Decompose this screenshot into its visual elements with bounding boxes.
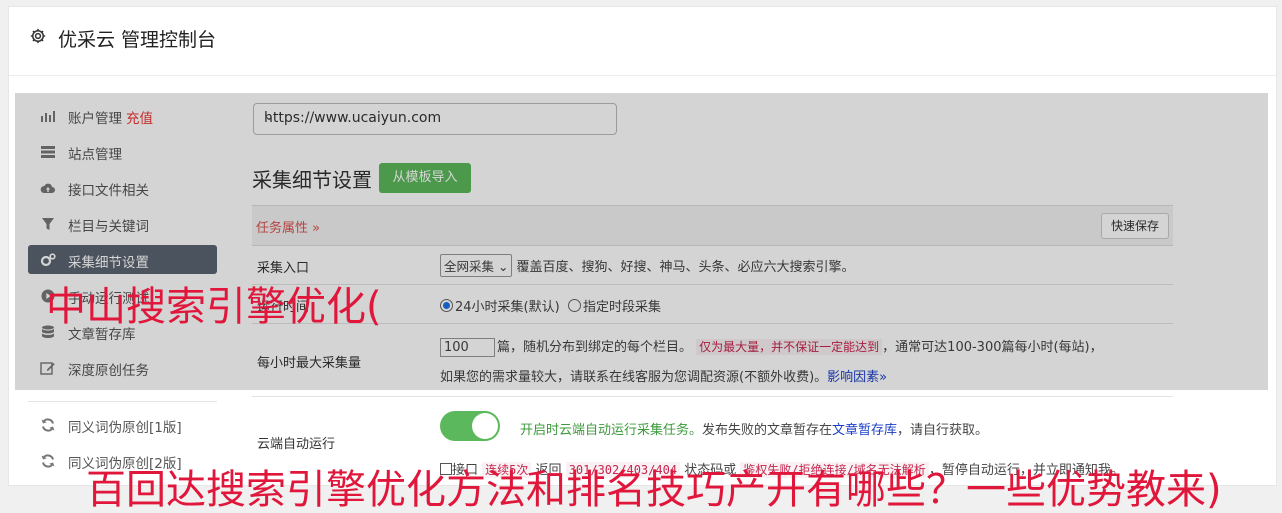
row-label: 每小时最大采集量	[257, 356, 362, 371]
radio-scheduled[interactable]	[567, 299, 581, 312]
page-header: 优采云 管理控制台	[9, 7, 1276, 76]
row-label: 采集入口	[257, 261, 310, 276]
sidebar-item-columns[interactable]: 栏目与关键词	[28, 209, 217, 238]
max-text-1: 篇，随机分布到绑定的每个栏目。	[497, 340, 693, 355]
filter-icon	[40, 217, 56, 231]
task-attributes-bar: 任务属性 » 快速保存	[252, 205, 1173, 246]
radio-24h-label: 24小时采集(默认)	[455, 300, 560, 315]
sidebar-item-label: 栏目与关键词	[68, 219, 149, 235]
cloud-run-status: 开启时云端自动运行采集任务。	[520, 423, 703, 438]
cloud-run-toggle[interactable]	[440, 411, 500, 441]
main-content: https://www.ucaiyun.com ⌄ 采集细节设置 从模板导入 任…	[252, 95, 1173, 485]
entry-select[interactable]: 全网采集 ⌄	[440, 254, 513, 277]
page-title: 优采云 管理控制台	[58, 29, 217, 51]
cloud-upload-icon	[40, 181, 56, 195]
recharge-link[interactable]: 充值	[126, 111, 153, 127]
row-max-per-hour: 每小时最大采集量 100 篇，随机分布到绑定的每个栏目。 仅为最大量，并不保证一定…	[252, 324, 1173, 397]
gear-icon	[30, 28, 46, 44]
cloud-text-1: 发布失败的文章暂存在	[702, 423, 833, 438]
sidebar-item-sites[interactable]: 站点管理	[28, 137, 217, 166]
max-text-3: 如果您的需求量较大，请联系在线客服为您调配资源(不额外收费)。	[440, 370, 828, 385]
sidebar-item-synonym-v1[interactable]: 同义词伪原创[1版]	[28, 410, 217, 439]
refresh-icon	[40, 418, 56, 432]
task-attributes-toggle[interactable]: 任务属性 »	[256, 217, 320, 236]
console-panel: 优采云 管理控制台 账户管理 充值 站点管理 接口文件相关 栏目与关键词 采集细…	[8, 6, 1277, 486]
server-icon	[40, 145, 56, 159]
article-store-link[interactable]: 文章暂存库	[832, 423, 897, 438]
edit-icon	[40, 361, 56, 375]
cloud-text-2: ，请自行获取。	[897, 423, 989, 438]
refresh-icon	[40, 454, 56, 468]
sidebar-divider	[28, 401, 217, 402]
chevron-down-icon: ⌄	[264, 109, 275, 123]
influence-factors-link[interactable]: 影响因素»	[827, 370, 887, 385]
sidebar-item-label: 接口文件相关	[68, 183, 149, 199]
entry-description: 覆盖百度、搜狗、好搜、神马、头条、必应六大搜索引擎。	[516, 260, 855, 275]
max-text-2: ，通常可达100-300篇每小时(每站)，	[882, 340, 1103, 355]
row-collect-entry: 采集入口 全网采集 ⌄ 覆盖百度、搜狗、好搜、神马、头条、必应六大搜索引擎。	[252, 245, 1173, 285]
site-select[interactable]: https://www.ucaiyun.com ⌄	[253, 103, 617, 135]
quick-save-button[interactable]: 快速保存	[1101, 213, 1169, 239]
sidebar-item-interface[interactable]: 接口文件相关	[28, 173, 217, 202]
sidebar-item-deep-original[interactable]: 深度原创任务	[28, 353, 217, 382]
import-template-button[interactable]: 从模板导入	[379, 163, 471, 193]
chevron-down-icon: ⌄	[498, 259, 509, 274]
max-per-hour-input[interactable]: 100	[440, 338, 495, 357]
max-note: 仅为最大量，并不保证一定能达到	[696, 339, 883, 355]
sidebar-item-account[interactable]: 账户管理 充值	[28, 101, 217, 130]
sidebar-item-label: 账户管理	[68, 111, 122, 127]
watermark-line-1: 中山搜索引擎优化(	[46, 284, 382, 330]
radio-24h[interactable]	[440, 299, 453, 312]
sidebar-item-label: 站点管理	[68, 147, 122, 163]
row-label: 云端自动运行	[257, 437, 336, 452]
sidebar-item-label: 同义词伪原创[1版]	[68, 420, 182, 436]
entry-select-value: 全网采集	[444, 259, 495, 274]
section-title: 采集细节设置	[252, 168, 372, 192]
sidebar-item-collect-settings[interactable]: 采集细节设置	[28, 245, 217, 274]
cogs-icon	[40, 253, 56, 267]
row-run-time: 运行时间 24小时采集(默认) 指定时段采集	[252, 285, 1173, 324]
radio-scheduled-label: 指定时段采集	[582, 300, 661, 315]
bar-chart-icon	[40, 109, 56, 123]
watermark-line-2: 百回达搜索引擎优化方法和排名技巧产开有哪些？一些优势教来)	[86, 467, 1222, 513]
sidebar-item-label: 采集细节设置	[68, 255, 149, 271]
sidebar-item-label: 深度原创任务	[68, 363, 149, 379]
